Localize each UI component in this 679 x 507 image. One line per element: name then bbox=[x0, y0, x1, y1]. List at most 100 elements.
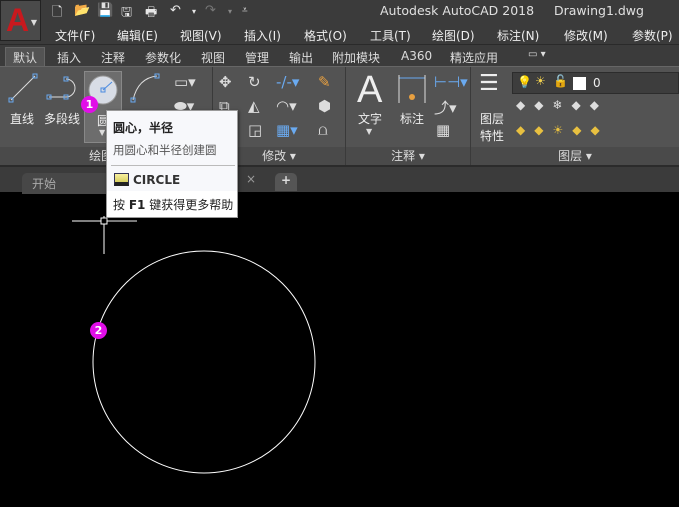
step-marker-1: 1 bbox=[81, 96, 98, 113]
table-icon[interactable]: ▦ bbox=[436, 121, 450, 139]
leader-icon[interactable]: ⤴▾ bbox=[434, 97, 457, 118]
ribbon-minimize-icon[interactable]: ▭ ▾ bbox=[528, 49, 546, 60]
ribbon-tabs: 默认 插入 注释 参数化 视图 管理 输出 附加模块 A360 精选应用 ▭ ▾ bbox=[0, 44, 679, 68]
undo-icon[interactable]: ↶ bbox=[170, 3, 181, 18]
tooltip-help: 按 F1 键获得更多帮助 bbox=[107, 191, 237, 217]
menu-dimension[interactable]: 标注(N) bbox=[497, 27, 539, 44]
move-icon[interactable]: ✥ bbox=[219, 73, 232, 91]
tooltip-description: 用圆心和半径创建圆 bbox=[113, 143, 217, 157]
dimension-icon bbox=[398, 75, 426, 103]
help-text: 按 F1 键获得更多帮助 bbox=[113, 196, 233, 213]
customize-icon[interactable]: ⩡ bbox=[242, 5, 248, 16]
rectangle-icon[interactable]: ▭▾ bbox=[174, 73, 196, 91]
close-tab-icon[interactable]: × bbox=[246, 172, 256, 186]
erase-icon[interactable]: ✎ bbox=[318, 73, 331, 91]
layers-panel-title: 图层 bbox=[558, 149, 583, 163]
new-icon[interactable]: 🗋 bbox=[52, 3, 62, 25]
open-icon[interactable]: 📂 bbox=[74, 3, 90, 18]
start-tab[interactable]: 开始 bbox=[22, 173, 110, 194]
file-tabs: 开始 × + bbox=[0, 165, 679, 194]
unlock-icon: 🔓 bbox=[553, 74, 568, 88]
redo-dropdown-icon[interactable]: ▾ bbox=[228, 7, 232, 16]
drawn-circle[interactable] bbox=[92, 250, 316, 474]
current-layer: 0 bbox=[593, 76, 601, 90]
help-key: F1 bbox=[128, 198, 146, 212]
menu-insert[interactable]: 插入(I) bbox=[244, 27, 281, 44]
tooltip: 圆心，半径 用圆心和半径创建圆 CIRCLE 按 F1 键获得更多帮助 bbox=[106, 110, 238, 218]
autocad-logo: A bbox=[6, 2, 30, 38]
fillet-icon[interactable]: ◠▾ bbox=[276, 97, 297, 115]
trim-icon[interactable]: -/-▾ bbox=[276, 73, 299, 91]
divider bbox=[111, 165, 235, 166]
arc-icon bbox=[130, 73, 160, 103]
tab-default[interactable]: 默认 bbox=[5, 47, 46, 68]
new-tab-button[interactable]: + bbox=[275, 173, 297, 191]
saveas-icon[interactable]: 🖫 bbox=[121, 3, 132, 25]
tab-parametric[interactable]: 参数化 bbox=[138, 48, 188, 67]
undo-dropdown-icon[interactable]: ▾ bbox=[192, 7, 196, 16]
menu-tools[interactable]: 工具(T) bbox=[370, 27, 411, 44]
app-title: Autodesk AutoCAD 2018 bbox=[380, 3, 535, 18]
modify-panel-title: 修改 bbox=[262, 149, 287, 163]
tab-a360[interactable]: A360 bbox=[394, 48, 439, 64]
mirror-icon[interactable]: ◭ bbox=[248, 97, 260, 115]
layer-properties-label-2: 特性 bbox=[480, 129, 505, 143]
sun-icon: ☀ bbox=[535, 74, 546, 88]
tab-manage[interactable]: 管理 bbox=[238, 48, 276, 67]
tab-featured-apps[interactable]: 精选应用 bbox=[443, 48, 505, 67]
tab-addins[interactable]: 附加模块 bbox=[325, 48, 387, 67]
text-button[interactable]: 文字 bbox=[358, 110, 382, 127]
menu-draw[interactable]: 绘图(D) bbox=[432, 27, 475, 44]
command-icon bbox=[114, 173, 129, 186]
line-button[interactable]: 直线 bbox=[10, 110, 34, 127]
chevron-down-icon[interactable]: ▼ bbox=[366, 127, 372, 136]
scale-icon[interactable]: ◲ bbox=[248, 121, 262, 139]
document-name: Drawing1.dwg bbox=[553, 3, 644, 18]
tooltip-title: 圆心，半径 bbox=[113, 121, 174, 135]
dimension-button[interactable]: 标注 bbox=[400, 110, 424, 127]
offset-icon[interactable]: ⩍ bbox=[318, 121, 328, 139]
help-suffix: 键获得更多帮助 bbox=[149, 198, 234, 212]
start-tab-label: 开始 bbox=[32, 177, 57, 191]
plot-icon[interactable]: 🖶 bbox=[145, 3, 157, 25]
layer-dropdown[interactable]: 💡 ☀ 🔓 0 bbox=[512, 72, 679, 94]
window-title: Autodesk AutoCAD 2018 Drawing1.dwg bbox=[380, 3, 644, 18]
layers-panel-label[interactable]: 图层 ▾ bbox=[471, 147, 679, 166]
save-icon[interactable]: 💾 bbox=[97, 3, 113, 18]
explode-icon[interactable]: ⬢ bbox=[318, 97, 331, 115]
annotation-panel-label[interactable]: 注释 ▾ bbox=[346, 147, 470, 166]
redo-icon[interactable]: ↷ bbox=[205, 3, 216, 18]
layer-properties-icon: ☰ bbox=[479, 71, 499, 96]
text-icon: A bbox=[357, 69, 383, 111]
pickbox bbox=[100, 217, 108, 225]
polyline-icon bbox=[46, 76, 76, 100]
rotate-icon[interactable]: ↻ bbox=[248, 73, 261, 91]
menu-view[interactable]: 视图(V) bbox=[180, 27, 222, 44]
step-marker-2: 2 bbox=[90, 322, 107, 339]
annotation-panel-title: 注释 bbox=[391, 149, 416, 163]
layer-color-swatch bbox=[573, 77, 586, 90]
array-icon[interactable]: ▦▾ bbox=[276, 121, 298, 139]
layer-tools-row-2[interactable]: ◆◆☀◆◆ bbox=[516, 123, 609, 137]
tab-annotate[interactable]: 注释 bbox=[94, 48, 132, 67]
layer-properties-button[interactable]: 图层 bbox=[480, 110, 504, 127]
linear-dimension-icon[interactable]: ⊢⊣▾ bbox=[434, 73, 468, 91]
menu-edit[interactable]: 编辑(E) bbox=[117, 27, 158, 44]
polyline-button[interactable]: 多段线 bbox=[44, 110, 80, 127]
chevron-down-icon: ▼ bbox=[30, 18, 37, 27]
menu-modify[interactable]: 修改(M) bbox=[564, 27, 608, 44]
tab-insert[interactable]: 插入 bbox=[50, 48, 88, 67]
ribbon-panel: 直线 多段线 圆 ▼ ▭▾ ⬬▾ 绘图 ▾ ✥ ↻ -/-▾ ✎ ⧉ ◭ ◠▾ … bbox=[0, 66, 679, 166]
application-menu-button[interactable]: A ▼ bbox=[0, 0, 41, 41]
tab-output[interactable]: 输出 bbox=[282, 48, 320, 67]
title-bar: A ▼ 🗋 📂 💾 🖫 🖶 ↶ ▾ ↷ ▾ ⩡ Autodesk AutoCAD… bbox=[0, 0, 679, 44]
layer-tools-row-1[interactable]: ◆◆❄◆◆ bbox=[516, 98, 608, 112]
menu-file[interactable]: 文件(F) bbox=[55, 27, 95, 44]
help-prefix: 按 bbox=[113, 198, 126, 212]
menu-format[interactable]: 格式(O) bbox=[304, 27, 347, 44]
lightbulb-icon: 💡 bbox=[517, 75, 532, 89]
chevron-down-icon: ▼ bbox=[99, 128, 106, 137]
tab-view[interactable]: 视图 bbox=[194, 48, 232, 67]
menu-parametric[interactable]: 参数(P) bbox=[632, 27, 673, 44]
drawing-canvas[interactable] bbox=[0, 192, 679, 507]
